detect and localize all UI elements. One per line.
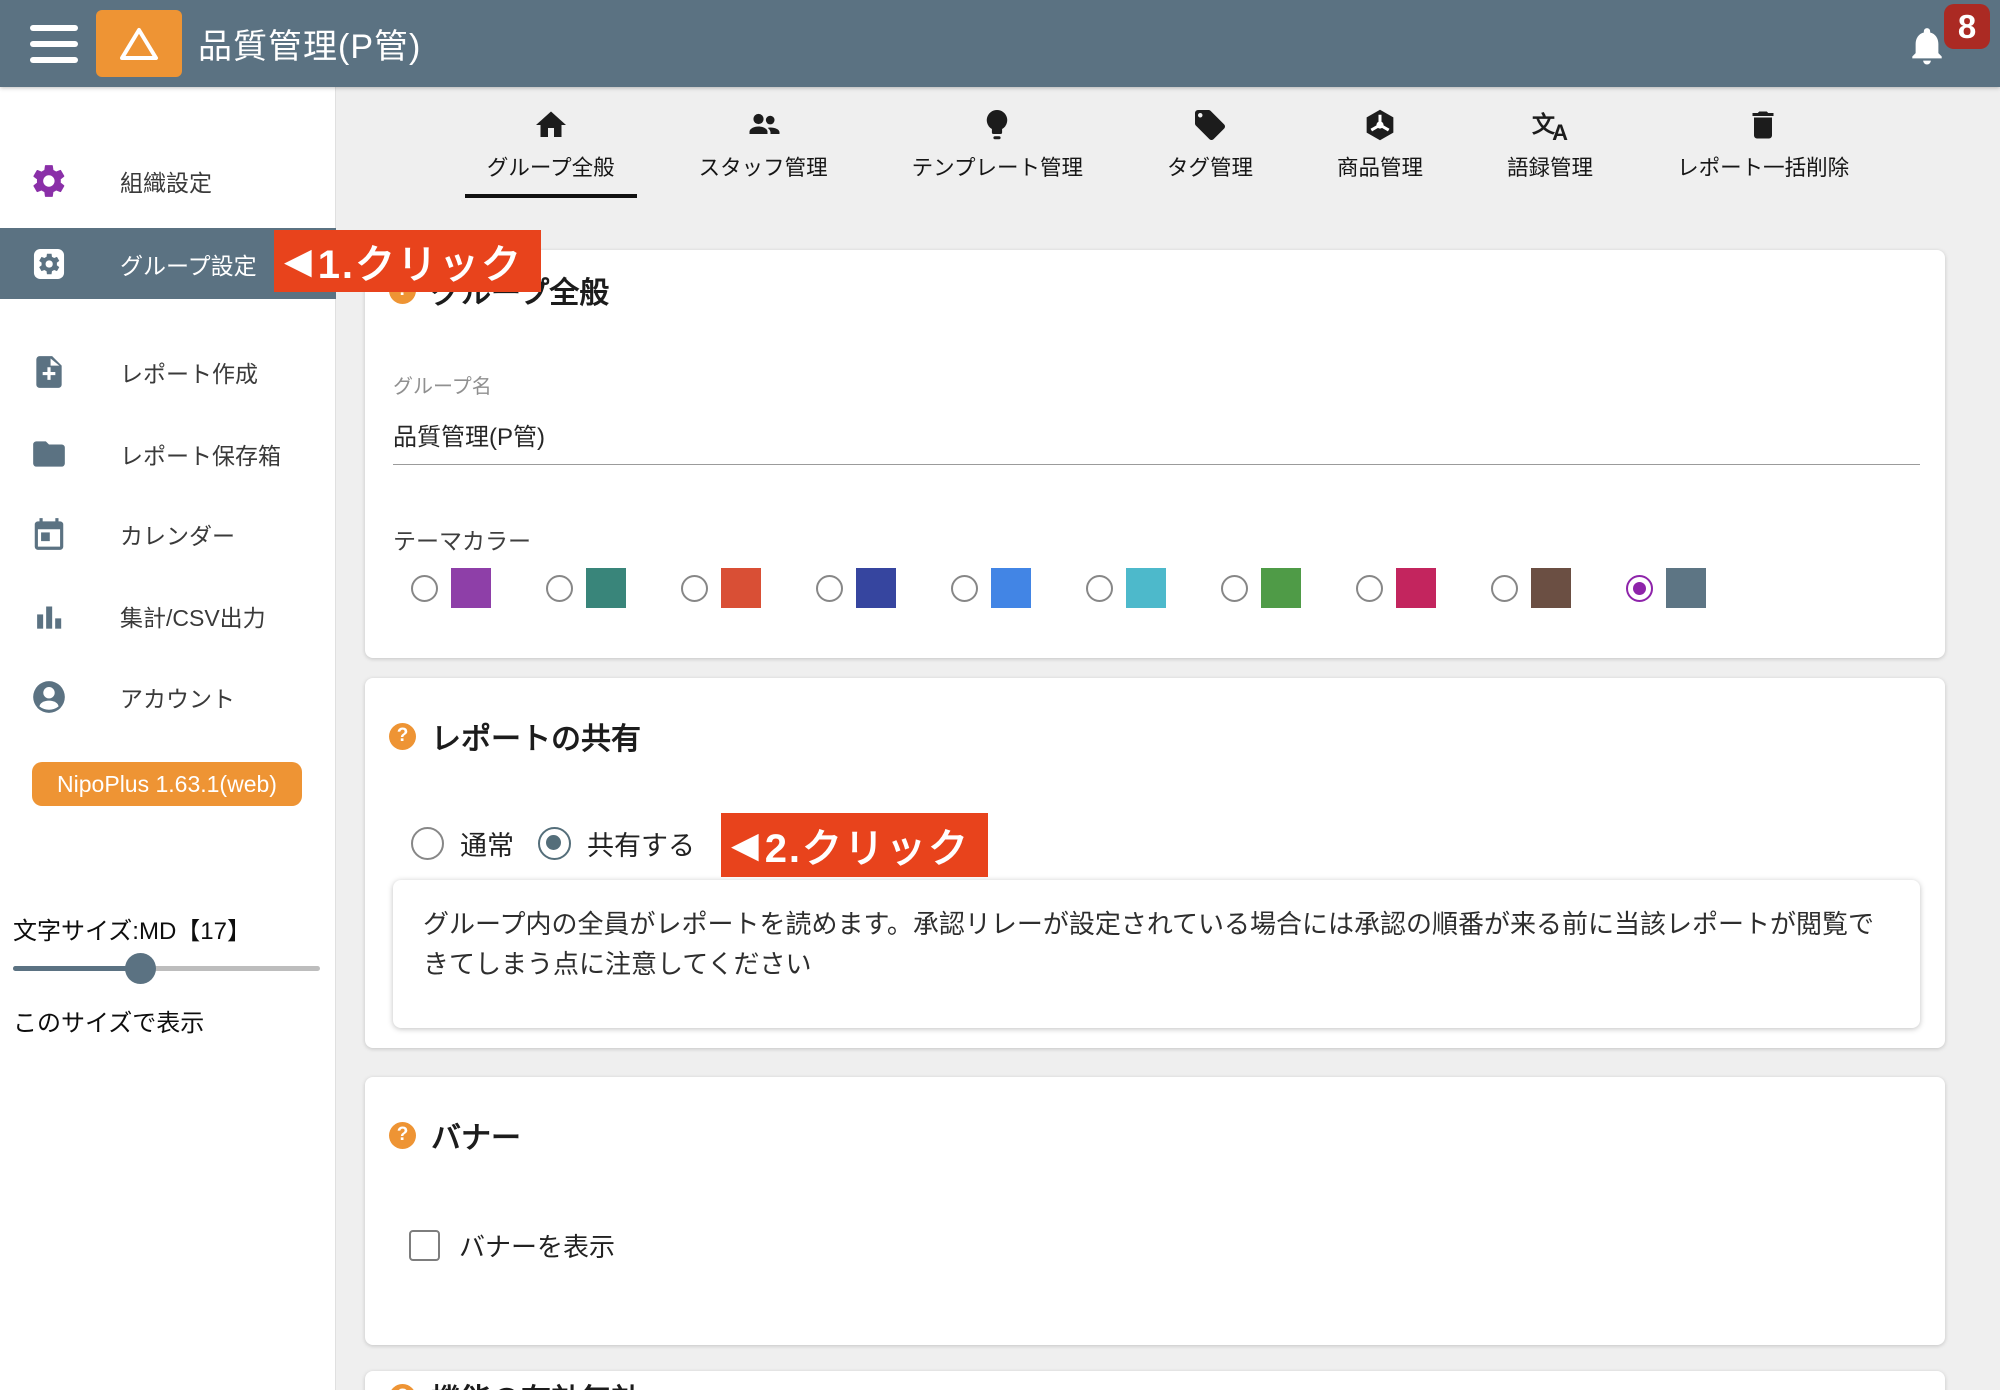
tab-staff-management[interactable]: スタッフ管理 [677, 107, 850, 198]
card-features: ? 機能の有効無効 [365, 1371, 1945, 1390]
share-option-normal[interactable]: 通常 [411, 824, 514, 863]
share-description: グループ内の全員がレポートを読めます。承認リレーが設定されている場合には承認の順… [393, 880, 1920, 1028]
color-swatch[interactable] [1531, 568, 1571, 608]
version-button[interactable]: NipoPlus 1.63.1(web) [32, 762, 302, 806]
color-radio-selected[interactable] [1626, 575, 1653, 602]
color-radio[interactable] [1356, 575, 1383, 602]
tab-bar: グループ全般 スタッフ管理 テンプレート管理 タグ管理 [336, 87, 2000, 198]
color-radio[interactable] [1086, 575, 1113, 602]
radio-share-selected[interactable] [538, 827, 571, 860]
input-underline [393, 464, 1920, 465]
color-swatch[interactable] [1126, 568, 1166, 608]
left-arrow-icon: ◀ [731, 824, 759, 866]
folder-icon [30, 435, 68, 473]
main-content: グループ全般 スタッフ管理 テンプレート管理 タグ管理 [336, 87, 2000, 1390]
note-add-icon [30, 353, 68, 391]
calendar-icon [30, 515, 68, 553]
account-circle-icon [30, 678, 68, 716]
group-name-label: グループ名 [393, 370, 492, 399]
share-option-share[interactable]: 共有する [538, 824, 695, 863]
lightbulb-icon [979, 107, 1015, 143]
help-icon[interactable]: ? [389, 723, 416, 750]
color-radio[interactable] [951, 575, 978, 602]
color-radio[interactable] [1221, 575, 1248, 602]
tab-template-management[interactable]: テンプレート管理 [890, 107, 1105, 198]
tab-group-general[interactable]: グループ全般 [465, 107, 637, 198]
gear-square-icon [30, 245, 68, 283]
color-swatch[interactable] [1666, 568, 1706, 608]
help-icon[interactable]: ? [389, 1122, 416, 1149]
banner-checkbox[interactable] [409, 1230, 440, 1261]
page-title: 品質管理(P管) [198, 19, 421, 68]
sidebar-item-label: グループ設定 [120, 247, 257, 281]
sidebar-item-label: レポート作成 [120, 355, 258, 389]
color-swatch[interactable] [451, 568, 491, 608]
tab-glossary-management[interactable]: 文A 語録管理 [1485, 107, 1615, 198]
card-title: 機能の有効無効 [431, 1375, 641, 1390]
color-radio[interactable] [816, 575, 843, 602]
card-title: レポートの共有 [431, 714, 641, 758]
color-radio[interactable] [1491, 575, 1518, 602]
sidebar-item-account[interactable]: アカウント [0, 661, 336, 733]
translate-icon: 文A [1532, 107, 1568, 143]
sidebar-item-label: カレンダー [120, 517, 235, 551]
app-header: 品質管理(P管) 8 [0, 0, 2000, 87]
left-arrow-icon: ◀ [284, 240, 312, 282]
banner-checkbox-row[interactable]: バナーを表示 [409, 1227, 615, 1264]
share-options-row: 通常 共有する [411, 824, 695, 863]
card-title: バナー [431, 1113, 521, 1157]
color-swatch[interactable] [721, 568, 761, 608]
trash-icon [1745, 107, 1781, 143]
bar-chart-icon [30, 597, 68, 635]
card-report-share: ? レポートの共有 通常 共有する グループ内の全員がレポートを読めます。承認リ… [365, 678, 1945, 1048]
theme-color-row [411, 568, 1706, 608]
sidebar-item-org-settings[interactable]: 組織設定 [0, 145, 336, 217]
slider-thumb[interactable] [125, 953, 156, 984]
people-icon [745, 107, 781, 143]
hamburger-menu-icon[interactable] [30, 25, 78, 63]
theme-color-label: テーマカラー [393, 522, 531, 556]
color-swatch[interactable] [1261, 568, 1301, 608]
sidebar-item-label: 集計/CSV出力 [120, 599, 266, 633]
color-swatch[interactable] [586, 568, 626, 608]
color-swatch[interactable] [991, 568, 1031, 608]
sidebar-item-csv-export[interactable]: 集計/CSV出力 [0, 580, 336, 652]
tab-bulk-delete-reports[interactable]: レポート一括削除 [1655, 107, 1871, 198]
color-swatch[interactable] [1396, 568, 1436, 608]
tab-tag-management[interactable]: タグ管理 [1145, 107, 1275, 198]
font-size-slider[interactable] [13, 953, 320, 983]
package-hexagon-icon [1362, 107, 1398, 143]
sidebar-item-label: レポート保存箱 [120, 437, 281, 471]
card-banner: ? バナー バナーを表示 [365, 1077, 1945, 1345]
home-icon [533, 107, 569, 143]
annotation-step2: ◀ 2.クリック [721, 813, 988, 877]
triangle-logo-icon [118, 26, 160, 62]
notification-count-badge: 8 [1944, 4, 1990, 49]
color-radio[interactable] [681, 575, 708, 602]
radio-normal[interactable] [411, 827, 444, 860]
tag-icon [1192, 107, 1228, 143]
group-name-input[interactable]: 品質管理(P管) [393, 417, 545, 452]
font-size-label: 文字サイズ:MD【17】 [13, 911, 251, 946]
apply-size-label: このサイズで表示 [13, 1003, 204, 1038]
app-logo-button[interactable] [96, 10, 182, 77]
slider-fill [13, 966, 140, 971]
banner-checkbox-label: バナーを表示 [459, 1227, 615, 1264]
help-icon[interactable]: ? [389, 1384, 416, 1390]
color-radio[interactable] [546, 575, 573, 602]
sidebar-item-label: 組織設定 [120, 164, 212, 198]
tab-product-management[interactable]: 商品管理 [1315, 107, 1445, 198]
gear-icon [30, 162, 68, 200]
sidebar-item-report-box[interactable]: レポート保存箱 [0, 418, 336, 490]
color-radio[interactable] [411, 575, 438, 602]
sidebar-item-create-report[interactable]: レポート作成 [0, 336, 336, 408]
card-group-general: ? グループ全般 グループ名 品質管理(P管) テーマカラー [365, 250, 1945, 658]
notification-bell-icon[interactable] [1906, 26, 1948, 68]
color-swatch[interactable] [856, 568, 896, 608]
annotation-step1: ◀ 1.クリック [274, 230, 541, 292]
sidebar-item-calendar[interactable]: カレンダー [0, 498, 336, 570]
sidebar-item-label: アカウント [120, 680, 235, 714]
